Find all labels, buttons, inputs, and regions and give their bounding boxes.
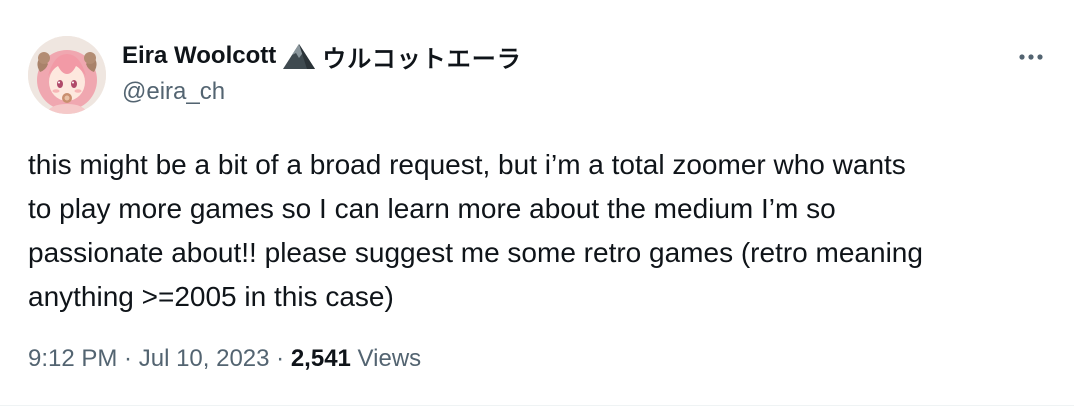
mountain-icon [280, 41, 318, 71]
author-display-name[interactable]: Eira Woolcott [122, 42, 276, 70]
author-name-suffix: ウルコットエーラ [322, 44, 522, 73]
author-name-row: Eira Woolcott ウルコットエーラ [122, 39, 522, 73]
more-options-button[interactable] [1014, 42, 1048, 72]
tweet-time[interactable]: 9:12 PM [28, 345, 117, 372]
views-label: Views [350, 345, 422, 372]
author-handle[interactable]: @eira_ch [122, 78, 225, 106]
avatar[interactable] [28, 36, 106, 114]
tweet-meta: 9:12 PM · Jul 10, 2023 · 2,541 Views [28, 345, 421, 373]
tweet-card: Eira Woolcott ウルコットエーラ @eira_ch this mig… [0, 0, 1074, 406]
meta-separator: · [269, 345, 291, 372]
tweet-text: this might be a bit of a broad request, … [28, 149, 923, 312]
avatar-image [28, 36, 106, 114]
meta-separator: · [117, 345, 139, 372]
tweet-time-value: 9:12 PM [28, 345, 118, 372]
tweet-date[interactable]: Jul 10, 2023 [139, 345, 270, 372]
views-count: 2,541 [290, 345, 351, 372]
more-horizontal-icon [1019, 54, 1043, 60]
